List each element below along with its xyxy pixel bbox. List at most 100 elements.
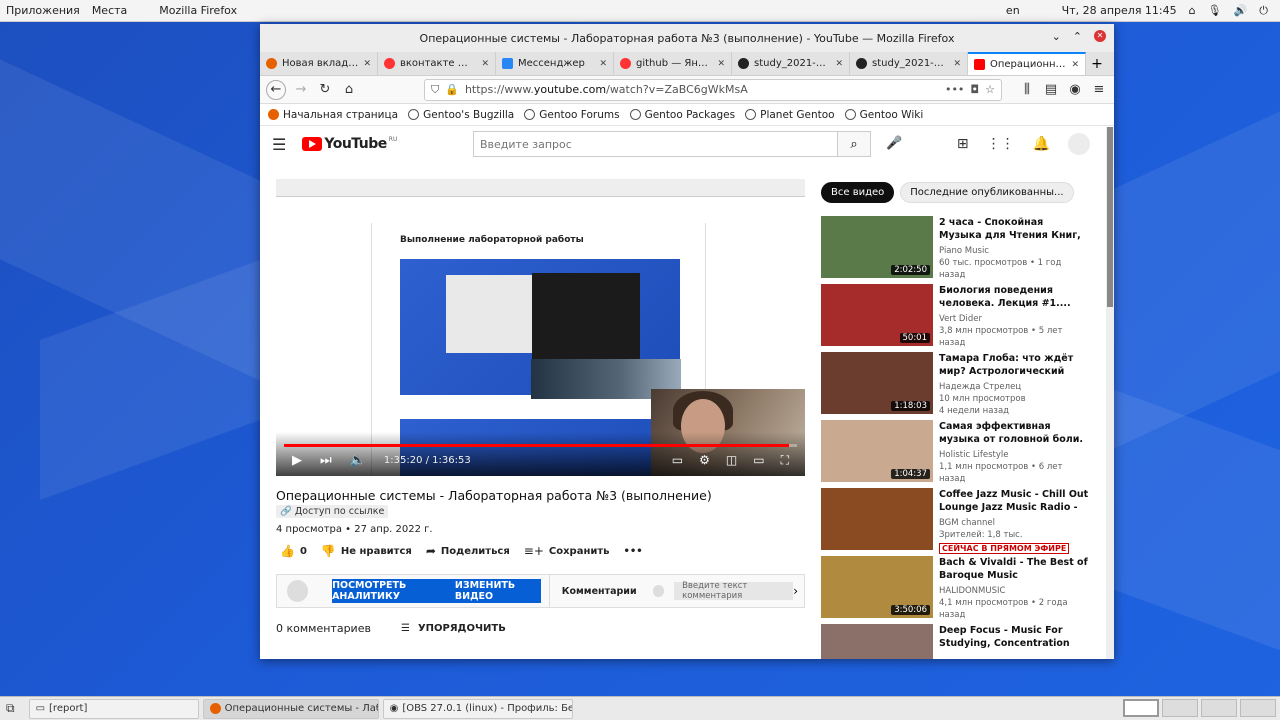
rec-title[interactable]: Биология поведения человека. Лекция #1..…: [939, 284, 1089, 310]
video-thumbnail[interactable]: [821, 488, 933, 550]
active-app-label[interactable]: Mozilla Firefox: [153, 4, 243, 17]
recommendation-item[interactable]: 3:50:06 Bach & Vivaldi - The Best of Baro…: [821, 556, 1091, 620]
recommendation-item[interactable]: 2:02:50 2 часа - Спокойная Музыка для Чте…: [821, 216, 1091, 280]
close-window-icon[interactable]: ✕: [1094, 30, 1106, 42]
create-video-icon[interactable]: ⊞: [957, 136, 969, 152]
task-report[interactable]: ▭ [report]: [28, 698, 199, 719]
applications-menu[interactable]: Приложения: [0, 4, 86, 17]
page-scrollbar[interactable]: [1106, 127, 1114, 659]
tab-messenger[interactable]: Мессенджер ✕: [496, 52, 614, 75]
like-button[interactable]: 👍 0: [280, 544, 307, 558]
rec-title[interactable]: 2 часа - Спокойная Музыка для Чтения Кни…: [939, 216, 1089, 242]
chevron-right-icon[interactable]: ›: [793, 584, 798, 598]
account-icon[interactable]: ◉: [1066, 82, 1084, 97]
fullscreen-icon[interactable]: ⛶: [781, 453, 789, 468]
power-icon[interactable]: ⏻: [1259, 4, 1268, 18]
search-input[interactable]: [473, 131, 837, 157]
page-actions-icon[interactable]: •••: [945, 83, 964, 96]
places-menu[interactable]: Места: [86, 4, 133, 17]
subtitles-icon[interactable]: ▭: [672, 453, 683, 468]
microphone-icon[interactable]: 🎙: [1208, 4, 1222, 17]
progress-bar[interactable]: [284, 444, 797, 447]
youtube-logo[interactable]: YouTube RU: [302, 136, 397, 152]
rec-channel[interactable]: BGM channel: [939, 517, 1089, 529]
rec-title[interactable]: Тамара Глоба: что ждёт мир? Астрологичес…: [939, 352, 1089, 378]
volume-icon[interactable]: 🔈: [350, 453, 366, 468]
video-player[interactable]: Выполнение лабораторной работы ▶ ⏭ 🔈 1:3…: [276, 179, 805, 476]
workspace-3[interactable]: [1201, 699, 1237, 717]
recommendation-item[interactable]: 1:18:03 Тамара Глоба: что ждёт мир? Астро…: [821, 352, 1091, 416]
library-icon[interactable]: ⫼: [1018, 82, 1036, 97]
tab-vk-search[interactable]: вконтакте — Яндекс✕: [378, 52, 496, 75]
rec-channel[interactable]: Holistic Lifestyle: [939, 449, 1089, 461]
keyboard-layout[interactable]: en: [1006, 4, 1020, 17]
minimize-icon[interactable]: ⌄: [1052, 30, 1061, 43]
bookmark-packages[interactable]: Gentoo Packages: [629, 109, 735, 121]
video-thumbnail[interactable]: [821, 624, 933, 659]
tab-study-1[interactable]: study_2021-2022_os✕: [732, 52, 850, 75]
menu-hamburger-icon[interactable]: ≡: [1090, 82, 1108, 97]
clock[interactable]: Чт, 28 апреля 11:45: [1062, 4, 1177, 17]
avatar[interactable]: [1068, 133, 1090, 155]
comments-tab[interactable]: Комментарии: [562, 586, 637, 597]
dislike-button[interactable]: 👎 Не нравится: [321, 544, 412, 558]
home-icon[interactable]: ⌂: [340, 82, 358, 97]
view-analytics-button[interactable]: ПОСМОТРЕТЬ АНАЛИТИКУ: [332, 580, 455, 602]
comment-input[interactable]: Введите текст комментария: [674, 581, 794, 601]
rec-title[interactable]: Bach & Vivaldi - The Best of Baroque Mus…: [939, 556, 1089, 582]
maximize-icon[interactable]: ⌃: [1073, 30, 1082, 43]
video-thumbnail[interactable]: 50:01: [821, 284, 933, 346]
recommendation-item[interactable]: 1:04:37 Самая эффективная музыка от голов…: [821, 420, 1091, 484]
forward-arrow-icon[interactable]: →: [292, 82, 310, 97]
play-icon[interactable]: ▶: [292, 453, 302, 468]
task-firefox[interactable]: Операционные системы - Лабор...: [202, 698, 379, 719]
window-titlebar[interactable]: Операционные системы - Лабораторная рабо…: [260, 24, 1114, 52]
rec-title[interactable]: Deep Focus - Music For Studying, Concent…: [939, 624, 1089, 650]
apps-grid-icon[interactable]: ⋮⋮: [987, 136, 1015, 152]
share-button[interactable]: ➦ Поделиться: [426, 544, 510, 558]
new-tab-button[interactable]: +: [1086, 52, 1108, 75]
bookmark-star-icon[interactable]: ☆: [985, 83, 995, 96]
miniplayer-icon[interactable]: ◫: [726, 453, 737, 468]
recommendation-item[interactable]: Coffee Jazz Music - Chill Out Lounge Jaz…: [821, 488, 1091, 554]
video-thumbnail[interactable]: 3:50:06: [821, 556, 933, 618]
video-thumbnail[interactable]: 1:04:37: [821, 420, 933, 482]
sort-button[interactable]: ☰ УПОРЯДОЧИТЬ: [401, 623, 506, 634]
close-tab-icon[interactable]: ✕: [953, 59, 961, 69]
settings-gear-icon[interactable]: ⚙: [699, 453, 710, 468]
rec-channel[interactable]: HALIDONMUSIC: [939, 585, 1089, 597]
chip-recent[interactable]: Последние опубликованны...: [900, 182, 1074, 203]
edit-video-button[interactable]: ИЗМЕНИТЬ ВИДЕО: [455, 580, 541, 602]
rec-channel[interactable]: Piano Music: [939, 245, 1089, 257]
close-tab-icon[interactable]: ✕: [481, 59, 489, 69]
recommendation-item[interactable]: 50:01 Биология поведения человека. Лекция…: [821, 284, 1091, 348]
task-obs[interactable]: ◉ [OBS 27.0.1 (linux) - Профиль: Бе...: [382, 698, 573, 719]
video-thumbnail[interactable]: 2:02:50: [821, 216, 933, 278]
guide-menu-icon[interactable]: ☰: [272, 135, 286, 154]
volume-icon[interactable]: 🔊: [1234, 4, 1248, 17]
network-icon[interactable]: ⌂: [1189, 4, 1196, 17]
more-actions-icon[interactable]: •••: [624, 546, 643, 557]
voice-search-icon[interactable]: 🎤: [886, 136, 902, 151]
save-button[interactable]: ≡+ Сохранить: [524, 544, 610, 558]
rec-title[interactable]: Самая эффективная музыка от головной бол…: [939, 420, 1089, 446]
tab-new[interactable]: Новая вкладка ✕: [260, 52, 378, 75]
bookmark-wiki[interactable]: Gentoo Wiki: [844, 109, 923, 121]
lock-icon[interactable]: 🔒: [445, 83, 459, 96]
bookmark-forums[interactable]: Gentoo Forums: [524, 109, 620, 121]
address-bar[interactable]: ⛉ 🔒 https://www.youtube.com/watch?v=ZaBC…: [424, 78, 1002, 101]
workspace-1[interactable]: [1123, 699, 1159, 717]
back-arrow-icon[interactable]: ←: [266, 79, 286, 100]
tab-youtube[interactable]: Операционные сис✕: [968, 52, 1086, 75]
theater-mode-icon[interactable]: ▭: [753, 453, 764, 468]
sidebar-icon[interactable]: ▤: [1042, 82, 1060, 97]
show-desktop-icon[interactable]: ⧉: [6, 701, 15, 716]
notifications-bell-icon[interactable]: 🔔: [1033, 136, 1050, 152]
rec-channel[interactable]: Vert Dider: [939, 313, 1089, 325]
bookmark-planet[interactable]: Planet Gentoo: [745, 109, 835, 121]
video-thumbnail[interactable]: 1:18:03: [821, 352, 933, 414]
chip-all[interactable]: Все видео: [821, 182, 895, 203]
rec-title[interactable]: Coffee Jazz Music - Chill Out Lounge Jaz…: [939, 488, 1089, 514]
next-icon[interactable]: ⏭: [320, 453, 332, 468]
close-tab-icon[interactable]: ✕: [599, 59, 607, 69]
